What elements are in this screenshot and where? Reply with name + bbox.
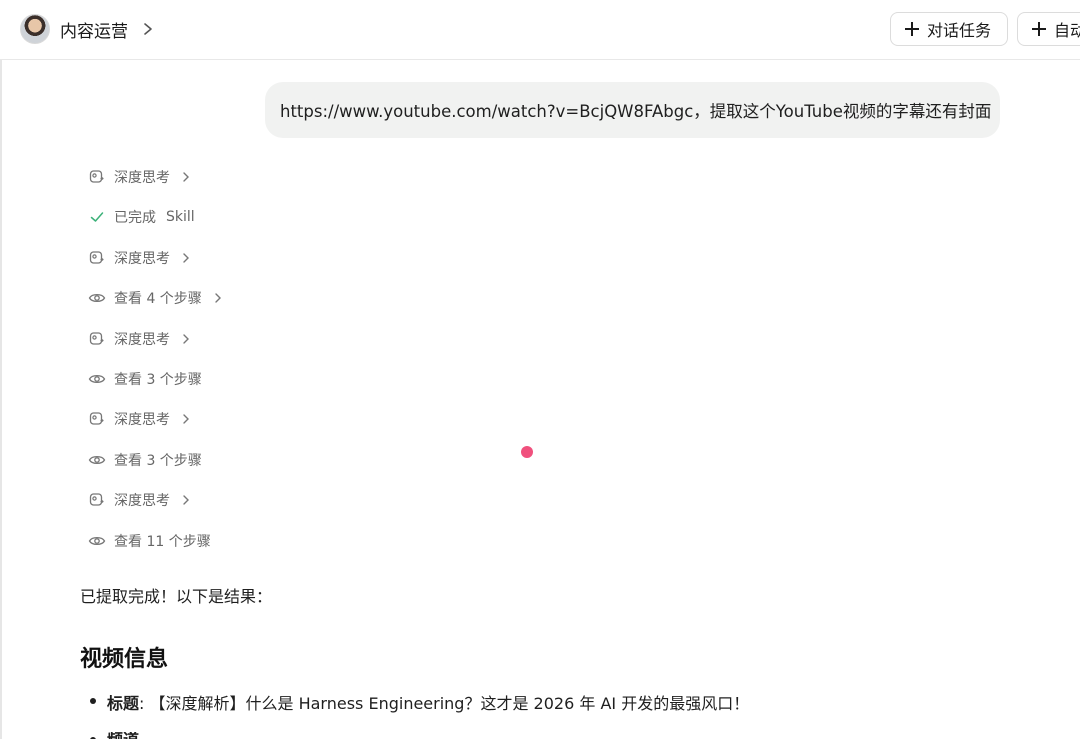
step-label: 深度思考: [114, 332, 170, 348]
user-message-bubble: https://www.youtube.com/watch?v=BcjQW8FA…: [265, 82, 1000, 138]
eye-icon: [88, 293, 106, 303]
info-key: 标题: [107, 694, 140, 713]
info-separator: :: [139, 694, 145, 713]
step-done: 已完成 Skill: [88, 206, 195, 228]
auto-label: 自动: [1054, 21, 1080, 40]
step-label: 查看 11 个步骤: [114, 534, 211, 550]
bullet-dot: [90, 698, 96, 704]
step-thinking[interactable]: 深度思考: [88, 408, 192, 430]
chevron-right-icon: [183, 334, 189, 344]
left-border: [0, 0, 2, 739]
info-separator: :: [107, 732, 112, 739]
top-header: 内容运营 对话任务 自动: [0, 0, 1080, 60]
section-heading: 视频信息: [80, 647, 169, 672]
chevron-right-icon[interactable]: [140, 19, 156, 39]
chat-task-button[interactable]: 对话任务: [890, 12, 1008, 46]
step-skill-tag: Skill: [166, 209, 195, 225]
chevron-right-icon: [183, 253, 189, 263]
user-message-text: https://www.youtube.com/watch?v=BcjQW8FA…: [280, 102, 992, 121]
step-thinking[interactable]: 深度思考: [88, 247, 192, 269]
eye-icon: [88, 455, 106, 465]
step-label: 查看 3 个步骤: [114, 453, 202, 469]
step-view[interactable]: 查看 3 个步骤: [88, 449, 202, 471]
plus-icon: [905, 22, 919, 36]
step-view[interactable]: 查看 4 个步骤: [88, 287, 224, 309]
avatar[interactable]: [20, 14, 50, 44]
step-view[interactable]: 查看 11 个步骤: [88, 530, 211, 552]
cursor-indicator: [521, 446, 533, 458]
check-icon: [90, 212, 104, 222]
eye-icon: [88, 536, 106, 546]
step-label: 深度思考: [114, 251, 170, 267]
brain-sparkle-icon: [89, 412, 104, 425]
step-label: 已完成: [114, 210, 156, 226]
brain-sparkle-icon: [89, 170, 104, 183]
step-thinking[interactable]: 深度思考: [88, 166, 192, 188]
plus-icon: [1032, 22, 1046, 36]
brain-sparkle-icon: [89, 251, 104, 264]
eye-icon: [88, 374, 106, 384]
step-label: 查看 3 个步骤: [114, 372, 202, 388]
info-item-title: 标题: 【深度解析】什么是 Harness Engineering？这才是 20…: [107, 690, 749, 714]
chevron-right-icon: [183, 495, 189, 505]
info-item-channel: 频道:: [107, 732, 177, 739]
info-value: 【深度解析】什么是 Harness Engineering？这才是 2026 年…: [149, 694, 750, 713]
workspace-title[interactable]: 内容运营: [60, 17, 128, 42]
step-thinking[interactable]: 深度思考: [88, 489, 192, 511]
step-label: 查看 4 个步骤: [114, 291, 202, 307]
chat-task-label: 对话任务: [927, 21, 992, 40]
chevron-right-icon: [183, 172, 189, 182]
chevron-right-icon: [183, 414, 189, 424]
step-label: 深度思考: [114, 170, 170, 186]
step-label: 深度思考: [114, 412, 170, 428]
step-label: 深度思考: [114, 493, 170, 509]
result-intro: 已提取完成！以下是结果：: [80, 587, 273, 606]
step-thinking[interactable]: 深度思考: [88, 328, 192, 350]
step-view[interactable]: 查看 3 个步骤: [88, 368, 202, 390]
chevron-right-icon: [215, 293, 221, 303]
auto-button[interactable]: 自动: [1017, 12, 1080, 46]
brain-sparkle-icon: [89, 332, 104, 345]
brain-sparkle-icon: [89, 493, 104, 506]
